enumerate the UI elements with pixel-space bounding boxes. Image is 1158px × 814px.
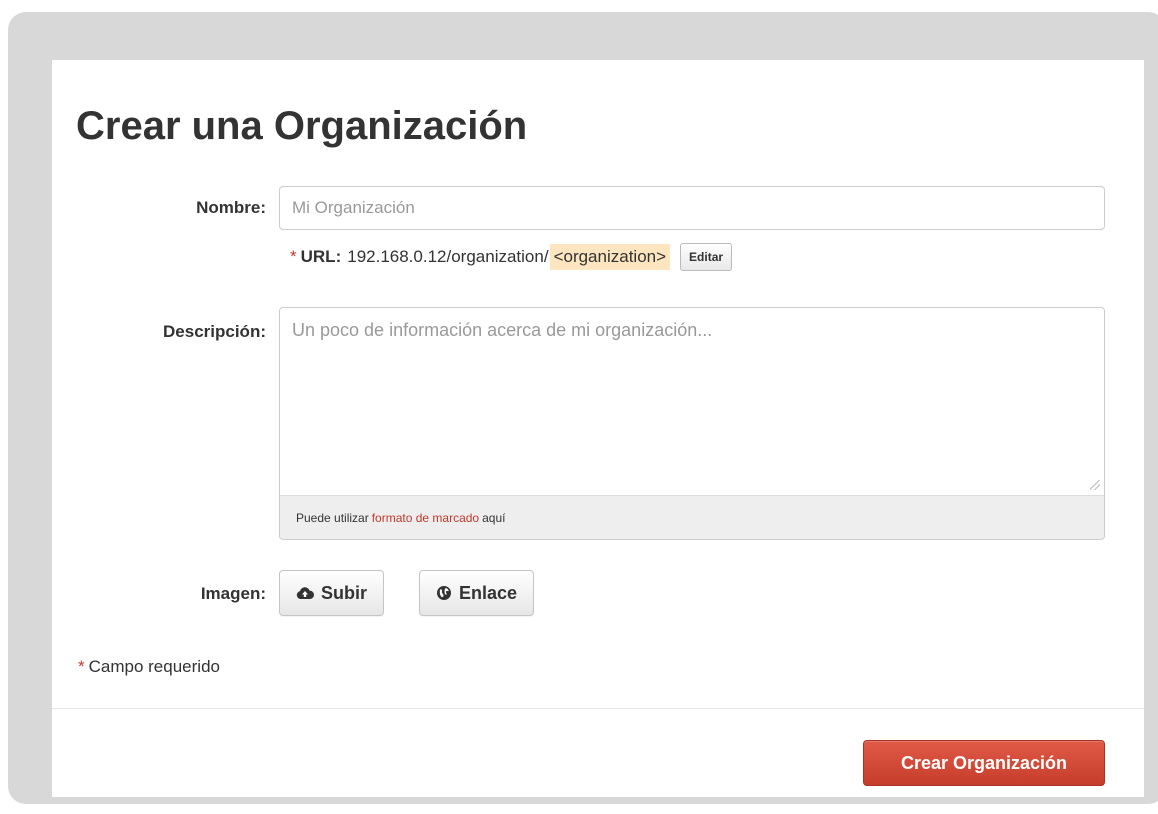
page-title: Crear una Organización [76, 104, 528, 148]
resize-handle-icon[interactable] [1090, 480, 1100, 490]
required-star: * [290, 247, 297, 266]
description-editor: Puede utilizar formato de marcado aquí [279, 307, 1105, 540]
url-slug: <organization> [549, 244, 671, 270]
name-label: Nombre: [196, 198, 266, 217]
name-input[interactable] [279, 186, 1105, 230]
upload-image-button[interactable]: Subir [279, 570, 385, 616]
link-label: Enlace [459, 582, 518, 603]
markdown-help-prefix: Puede utilizar [296, 510, 369, 525]
url-label: URL: [300, 247, 342, 266]
description-label: Descripción: [163, 322, 266, 341]
description-textarea[interactable] [280, 308, 1104, 497]
form-actions-divider [52, 708, 1144, 709]
create-organization-button[interactable]: Crear Organización [863, 740, 1105, 786]
page-frame: Crear una Organización Nombre: * URL: 19… [8, 12, 1158, 804]
globe-icon [436, 585, 452, 601]
required-star: * [78, 657, 85, 676]
image-label: Imagen: [200, 584, 266, 603]
edit-url-button[interactable]: Editar [680, 243, 733, 271]
markdown-format-link[interactable]: formato de marcado [372, 511, 479, 525]
form-card: Crear una Organización Nombre: * URL: 19… [52, 60, 1144, 797]
required-field-note: * Campo requerido [78, 657, 220, 677]
cloud-upload-icon [296, 586, 314, 600]
required-note-text: Campo requerido [88, 657, 220, 676]
markdown-help: Puede utilizar formato de marcado aquí [280, 495, 1104, 539]
markdown-help-suffix: aquí [482, 510, 506, 525]
upload-label: Subir [321, 582, 368, 603]
link-image-button[interactable]: Enlace [419, 570, 535, 616]
url-base: 192.168.0.12/organization/ [347, 247, 549, 266]
url-preview: * URL: 192.168.0.12/organization/ <organ… [290, 243, 733, 271]
